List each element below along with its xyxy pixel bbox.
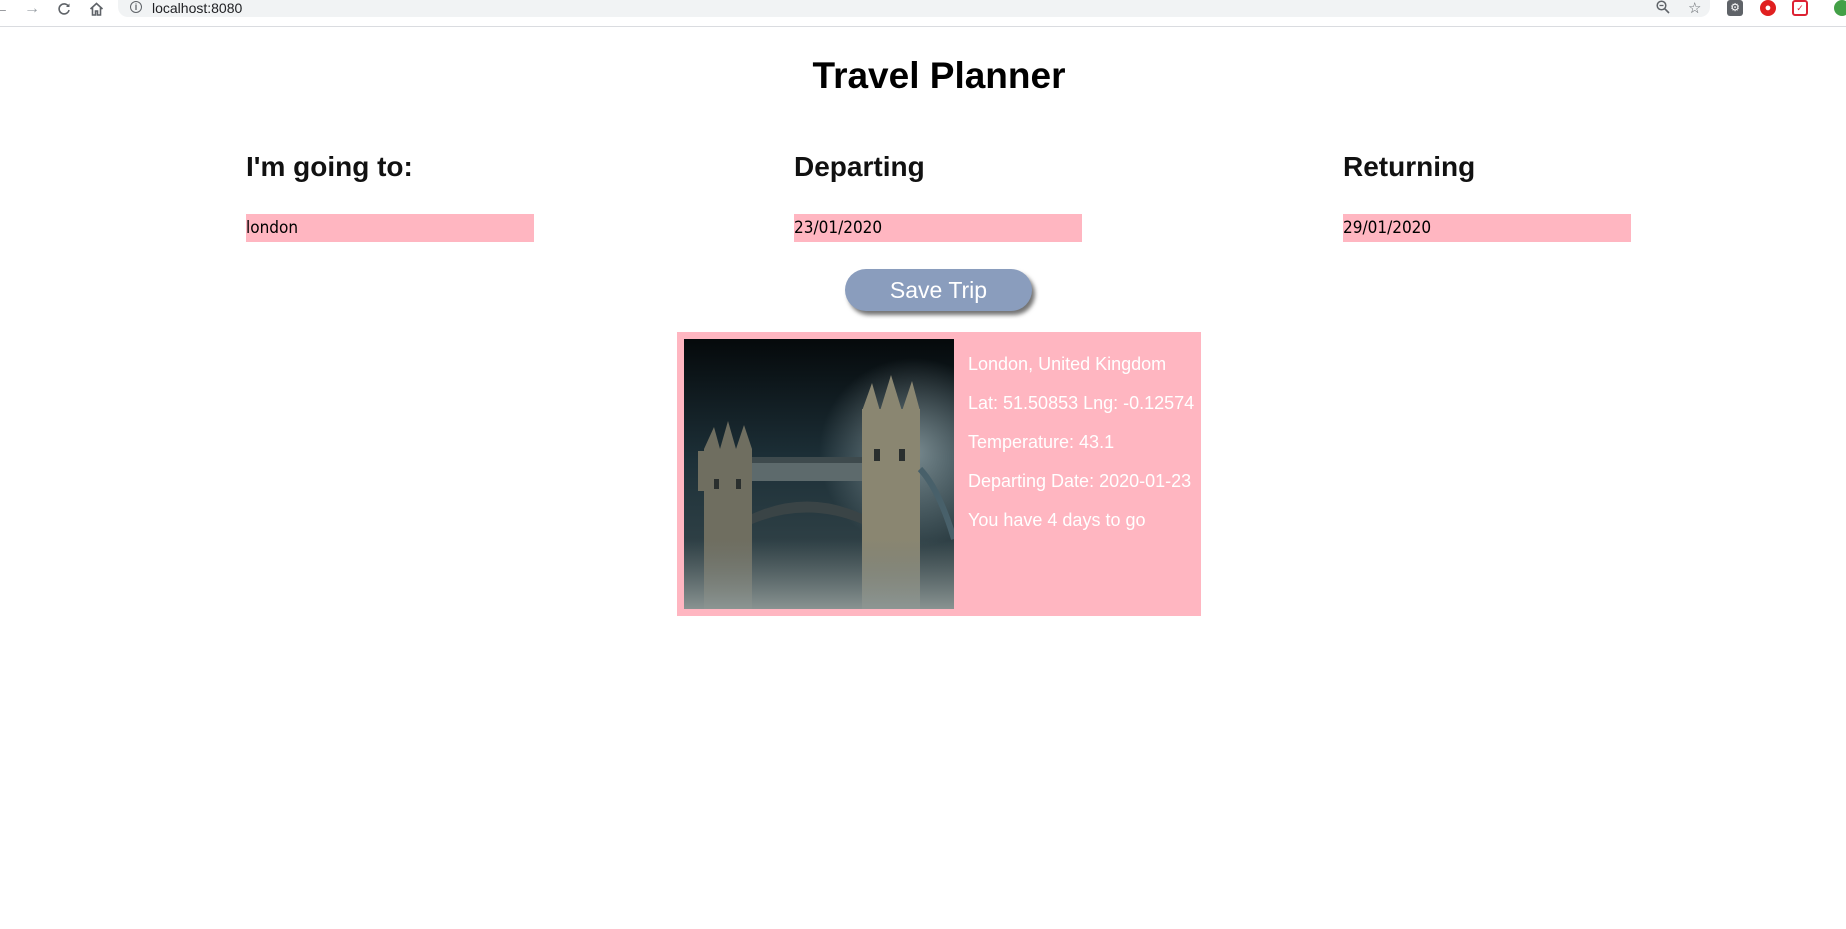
extension-red-icon[interactable]: ●	[1760, 0, 1776, 16]
destination-label: I'm going to:	[246, 151, 413, 182]
zoom-icon[interactable]	[1656, 0, 1670, 17]
pocket-icon[interactable]: ✓	[1792, 0, 1808, 16]
returning-label: Returning	[1343, 151, 1476, 182]
countdown-text: You have 4 days to go	[968, 510, 1146, 530]
address-bar[interactable]: i localhost:8080 ☆	[118, 0, 1710, 17]
trip-result-card: London, United Kingdom Lat: 51.50853 Lng…	[677, 332, 1201, 616]
trip-details: London, United Kingdom Lat: 51.50853 Lng…	[968, 354, 1198, 549]
departing-label: Departing	[794, 151, 925, 182]
departing-date-text: Departing Date: 2020-01-23	[968, 471, 1192, 491]
returning-date-input[interactable]	[1343, 214, 1631, 242]
star-icon[interactable]: ☆	[1688, 0, 1701, 17]
destination-input[interactable]	[246, 214, 534, 242]
forward-icon[interactable]: →	[24, 0, 40, 17]
back-icon[interactable]: ←	[0, 0, 9, 17]
browser-toolbar: ← → i localhost:8080 ☆ ⚙ ● ✓	[0, 0, 1846, 27]
coordinates-text: Lat: 51.50853 Lng: -0.12574	[968, 393, 1195, 413]
reload-icon[interactable]	[56, 0, 72, 17]
page-title: Travel Planner	[812, 55, 1066, 96]
info-icon[interactable]: i	[130, 1, 142, 13]
departing-date-input[interactable]	[794, 214, 1082, 242]
save-trip-button[interactable]: Save Trip	[845, 269, 1032, 311]
profile-avatar[interactable]	[1834, 0, 1846, 16]
location-text: London, United Kingdom	[968, 354, 1167, 374]
home-icon[interactable]	[88, 0, 104, 17]
destination-photo	[684, 339, 954, 609]
temperature-text: Temperature: 43.1	[968, 432, 1115, 452]
extension-icon[interactable]: ⚙	[1727, 0, 1743, 16]
url-text: localhost:8080	[152, 0, 243, 16]
